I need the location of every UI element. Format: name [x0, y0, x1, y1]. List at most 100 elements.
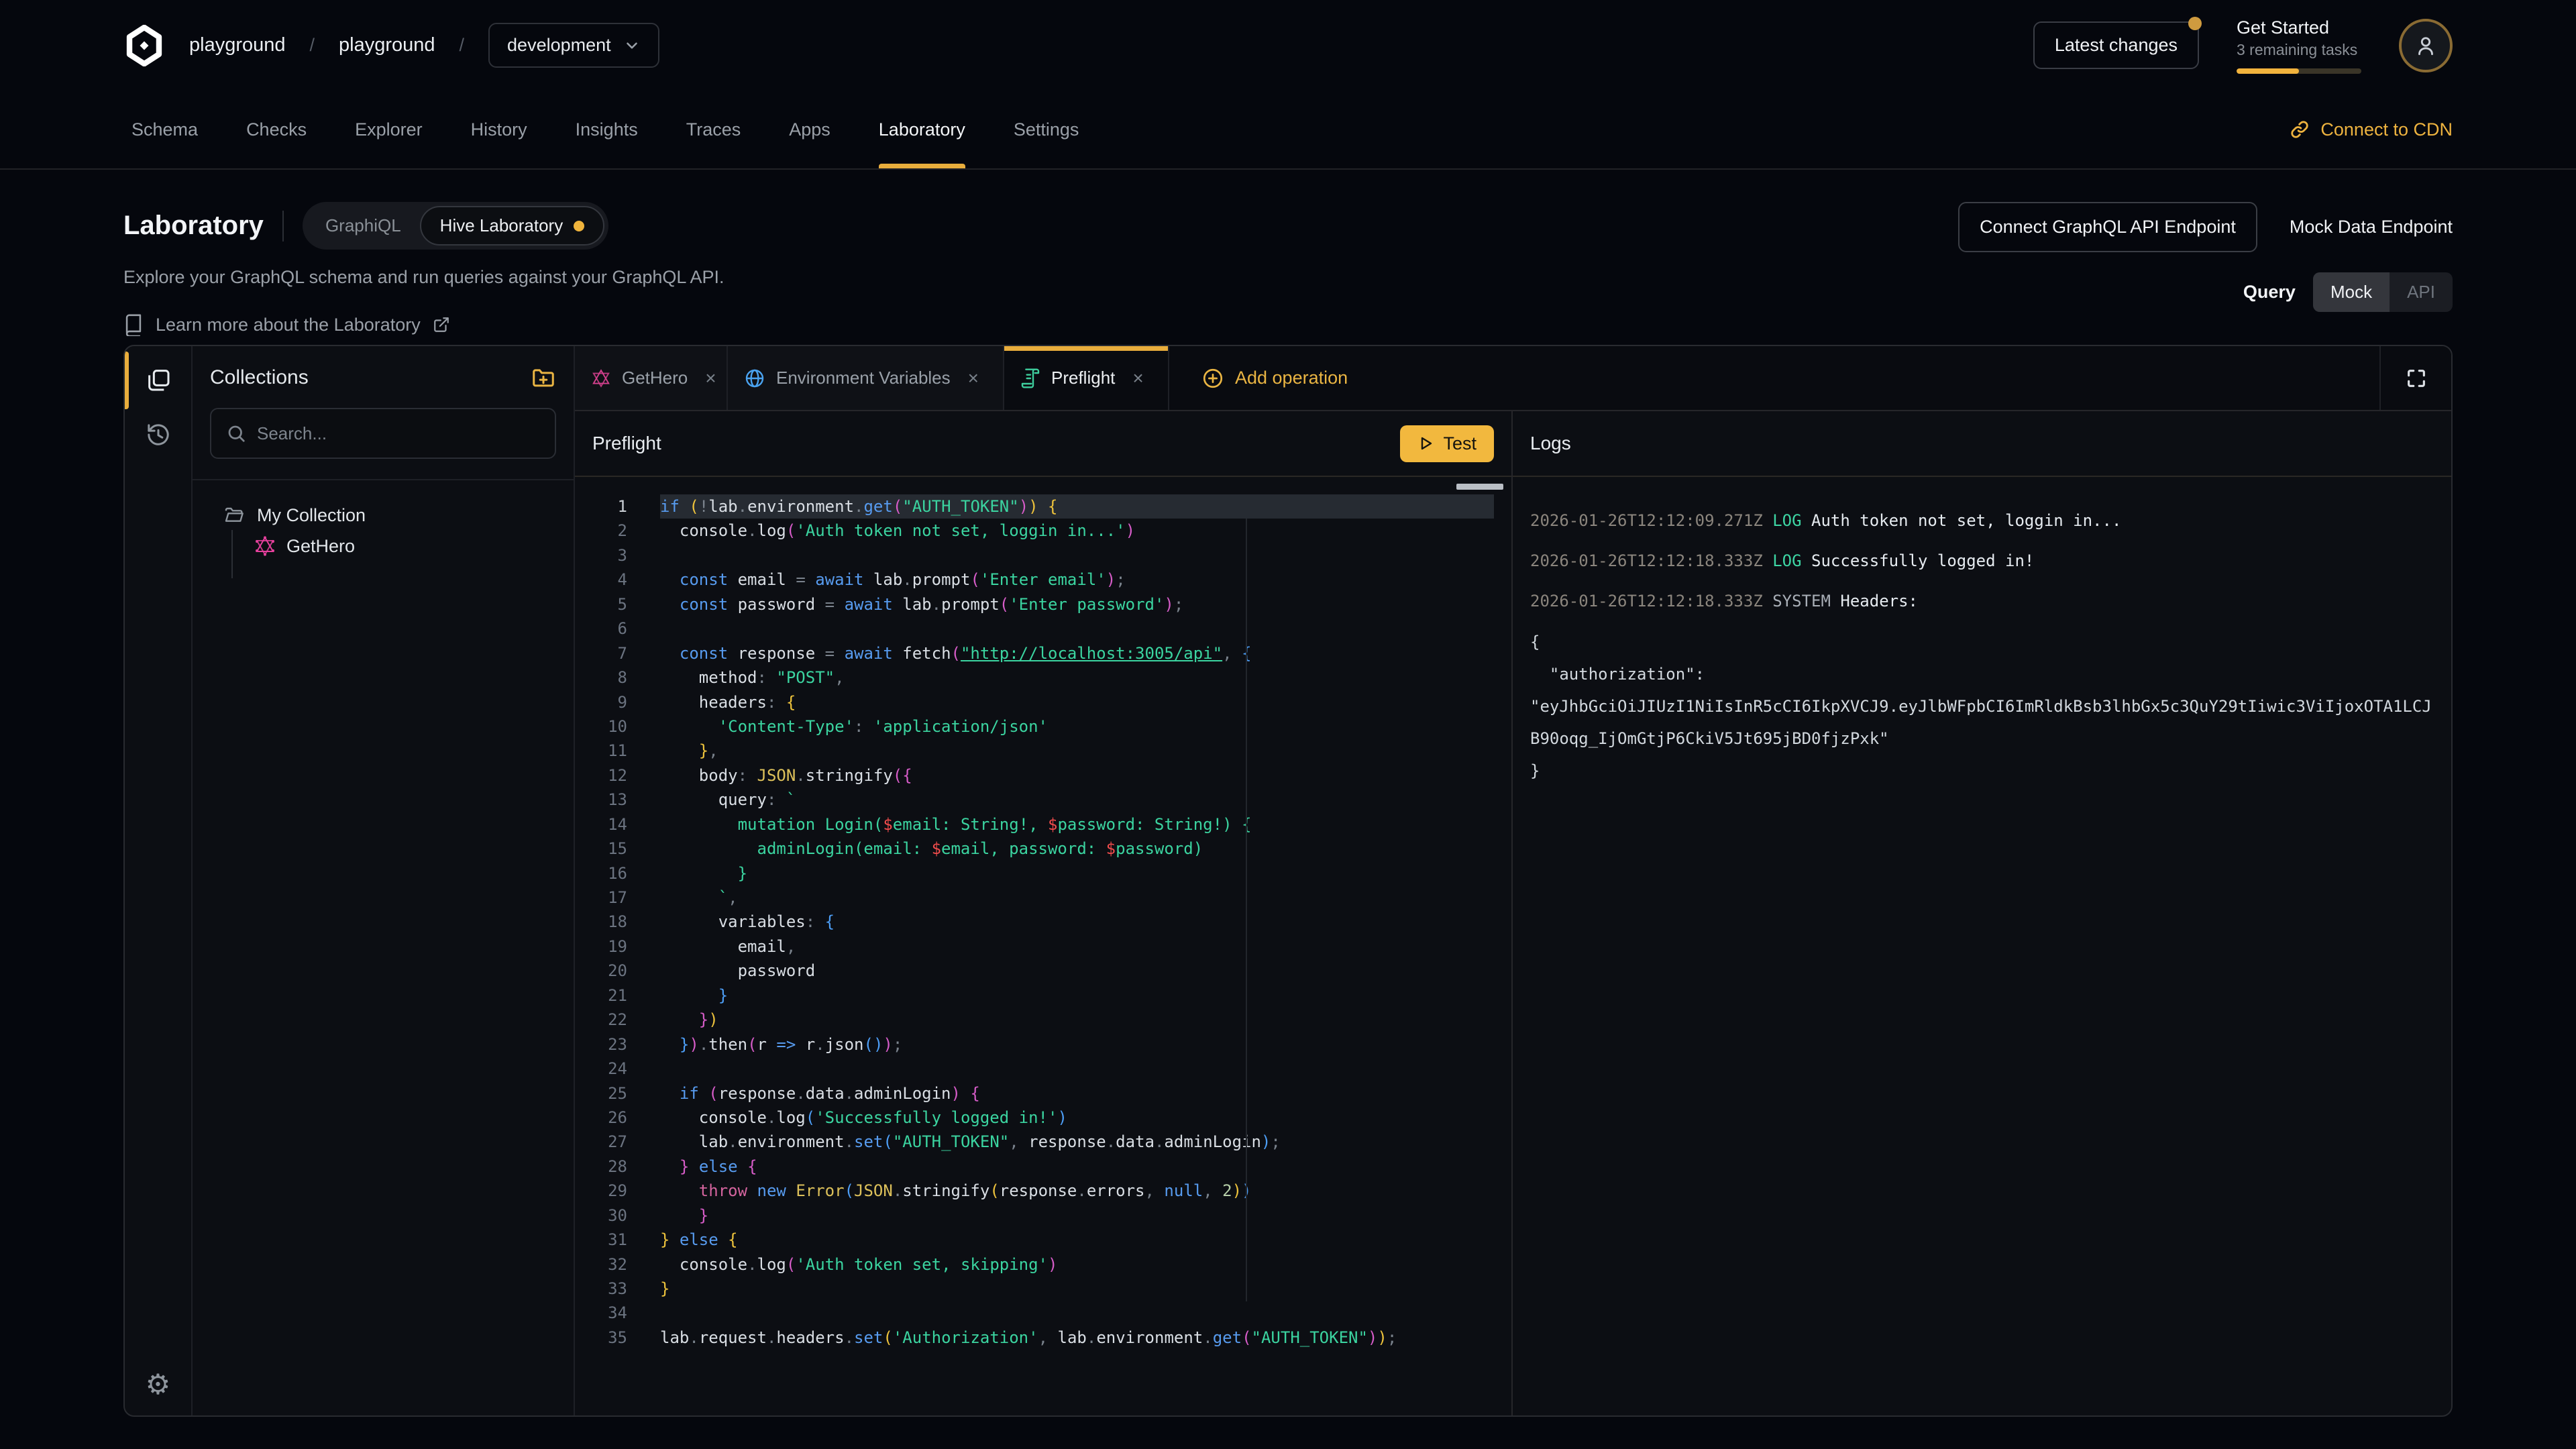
line-number: 15: [575, 837, 627, 861]
line-number: 27: [575, 1130, 627, 1154]
code-line-1[interactable]: 1if (!lab.environment.get("AUTH_TOKEN"))…: [575, 494, 1511, 519]
nav-item-explorer[interactable]: Explorer: [355, 91, 423, 168]
nav-item-traces[interactable]: Traces: [686, 91, 741, 168]
tab-gethero[interactable]: GetHero ×: [575, 346, 728, 410]
target-selector[interactable]: development: [488, 23, 659, 68]
breadcrumb-org[interactable]: playground: [189, 34, 286, 56]
code-line-30[interactable]: 30 }: [575, 1203, 1511, 1228]
code-line-29[interactable]: 29 throw new Error(JSON.stringify(respon…: [575, 1179, 1511, 1203]
hive-logo-icon[interactable]: [123, 25, 165, 66]
code-line-25[interactable]: 25 if (response.data.adminLogin) {: [575, 1081, 1511, 1106]
code-line-24[interactable]: 24: [575, 1057, 1511, 1081]
line-content: }): [660, 1008, 1494, 1032]
close-icon[interactable]: ×: [705, 368, 716, 389]
code-line-28[interactable]: 28 } else {: [575, 1155, 1511, 1179]
code-line-22[interactable]: 22 }): [575, 1008, 1511, 1032]
code-line-32[interactable]: 32 console.log('Auth token set, skipping…: [575, 1252, 1511, 1277]
chevron-down-icon: [623, 37, 641, 54]
code-line-18[interactable]: 18 variables: {: [575, 910, 1511, 934]
code-line-7[interactable]: 7 const response = await fetch("http://l…: [575, 641, 1511, 665]
code-line-17[interactable]: 17 `,: [575, 885, 1511, 910]
search-input[interactable]: [257, 423, 540, 444]
code-line-35[interactable]: 35lab.request.headers.set('Authorization…: [575, 1326, 1511, 1350]
line-number: 29: [575, 1179, 627, 1203]
nav-item-checks[interactable]: Checks: [246, 91, 307, 168]
tab-environment-variables[interactable]: Environment Variables ×: [728, 346, 1004, 410]
mock-data-endpoint-label[interactable]: Mock Data Endpoint: [2290, 217, 2453, 237]
code-line-14[interactable]: 14 mutation Login($email: String!, $pass…: [575, 812, 1511, 837]
code-line-4[interactable]: 4 const email = await lab.prompt('Enter …: [575, 568, 1511, 592]
line-number: 6: [575, 616, 627, 641]
code-editor[interactable]: 1if (!lab.environment.get("AUTH_TOKEN"))…: [575, 477, 1511, 1415]
nav-item-history[interactable]: History: [471, 91, 527, 168]
code-line-6[interactable]: 6: [575, 616, 1511, 641]
code-line-11[interactable]: 11 },: [575, 739, 1511, 763]
operation-row-gethero[interactable]: GetHero: [193, 535, 574, 557]
code-line-9[interactable]: 9 headers: {: [575, 690, 1511, 714]
line-content: lab.request.headers.set('Authorization',…: [660, 1326, 1494, 1350]
close-icon[interactable]: ×: [968, 368, 979, 389]
mode-option-graphiql[interactable]: GraphiQL: [307, 207, 420, 244]
code-line-3[interactable]: 3: [575, 543, 1511, 568]
nav-item-insights[interactable]: Insights: [576, 91, 638, 168]
log-entry: 2026-01-26T12:12:18.333Z LOG Successfull…: [1530, 545, 2451, 577]
user-avatar[interactable]: [2399, 19, 2453, 72]
collections-panel-icon[interactable]: [145, 366, 172, 393]
code-line-33[interactable]: 33}: [575, 1277, 1511, 1301]
code-line-21[interactable]: 21 }: [575, 983, 1511, 1008]
line-number: 28: [575, 1155, 627, 1179]
line-content: lab.environment.set("AUTH_TOKEN", respon…: [660, 1130, 1494, 1154]
code-line-34[interactable]: 34: [575, 1301, 1511, 1325]
scrollbar-thumb[interactable]: [1456, 484, 1503, 490]
code-line-23[interactable]: 23 }).then(r => r.json());: [575, 1032, 1511, 1057]
nav-item-schema[interactable]: Schema: [131, 91, 198, 168]
code-line-26[interactable]: 26 console.log('Successfully logged in!'…: [575, 1106, 1511, 1130]
latest-changes-button[interactable]: Latest changes: [2033, 21, 2199, 69]
code-line-2[interactable]: 2 console.log('Auth token not set, loggi…: [575, 519, 1511, 543]
connect-to-cdn-link[interactable]: Connect to CDN: [2290, 91, 2453, 168]
nav-item-settings[interactable]: Settings: [1014, 91, 1079, 168]
add-collection-icon[interactable]: [531, 365, 556, 390]
line-content: if (response.data.adminLogin) {: [660, 1081, 1494, 1106]
code-line-13[interactable]: 13 query: `: [575, 788, 1511, 812]
connect-graphql-endpoint-button[interactable]: Connect GraphQL API Endpoint: [1958, 202, 2257, 252]
nav-item-apps[interactable]: Apps: [789, 91, 830, 168]
code-line-27[interactable]: 27 lab.environment.set("AUTH_TOKEN", res…: [575, 1130, 1511, 1154]
add-operation-button[interactable]: Add operation: [1201, 346, 1348, 410]
globe-icon: [744, 368, 765, 389]
query-toggle-mock[interactable]: Mock: [2313, 272, 2390, 312]
code-line-5[interactable]: 5 const password = await lab.prompt('Ent…: [575, 592, 1511, 616]
code-line-12[interactable]: 12 body: JSON.stringify({: [575, 763, 1511, 788]
get-started-widget[interactable]: Get Started 3 remaining tasks: [2237, 17, 2361, 74]
connect-to-cdn-label: Connect to CDN: [2320, 119, 2453, 140]
line-content: console.log('Successfully logged in!'): [660, 1106, 1494, 1130]
breadcrumb-project[interactable]: playground: [339, 34, 435, 56]
query-toggle-api[interactable]: API: [2390, 272, 2453, 312]
collections-search[interactable]: [210, 408, 556, 459]
code-line-10[interactable]: 10 'Content-Type': 'application/json': [575, 714, 1511, 739]
nav-item-laboratory[interactable]: Laboratory: [879, 91, 965, 168]
settings-gear-icon[interactable]: ⚙: [146, 1368, 171, 1401]
line-content: } else {: [660, 1228, 1494, 1252]
tab-preflight[interactable]: Preflight ×: [1004, 346, 1169, 410]
tree-line: [231, 530, 233, 578]
line-content: }: [660, 1277, 1494, 1301]
code-line-31[interactable]: 31} else {: [575, 1228, 1511, 1252]
code-line-16[interactable]: 16 }: [575, 861, 1511, 885]
code-line-15[interactable]: 15 adminLogin(email: $email, password: $…: [575, 837, 1511, 861]
code-line-19[interactable]: 19 email,: [575, 934, 1511, 959]
line-content: },: [660, 739, 1494, 763]
logs-body[interactable]: 2026-01-26T12:12:09.271Z LOG Auth token …: [1513, 477, 2451, 1415]
code-line-8[interactable]: 8 method: "POST",: [575, 665, 1511, 690]
mode-option-hive-laboratory[interactable]: Hive Laboratory: [420, 206, 605, 246]
code-line-20[interactable]: 20 password: [575, 959, 1511, 983]
close-icon[interactable]: ×: [1132, 368, 1143, 389]
target-selector-value: development: [507, 35, 611, 56]
learn-more-link[interactable]: Learn more about the Laboratory: [123, 313, 1958, 336]
history-panel-icon[interactable]: [145, 421, 172, 448]
test-button[interactable]: Test: [1400, 425, 1494, 462]
line-number: 11: [575, 739, 627, 763]
collection-folder-row[interactable]: My Collection: [193, 504, 574, 526]
log-entry: 2026-01-26T12:12:18.333Z SYSTEM Headers:: [1530, 586, 2451, 617]
fullscreen-button[interactable]: [2379, 346, 2451, 410]
